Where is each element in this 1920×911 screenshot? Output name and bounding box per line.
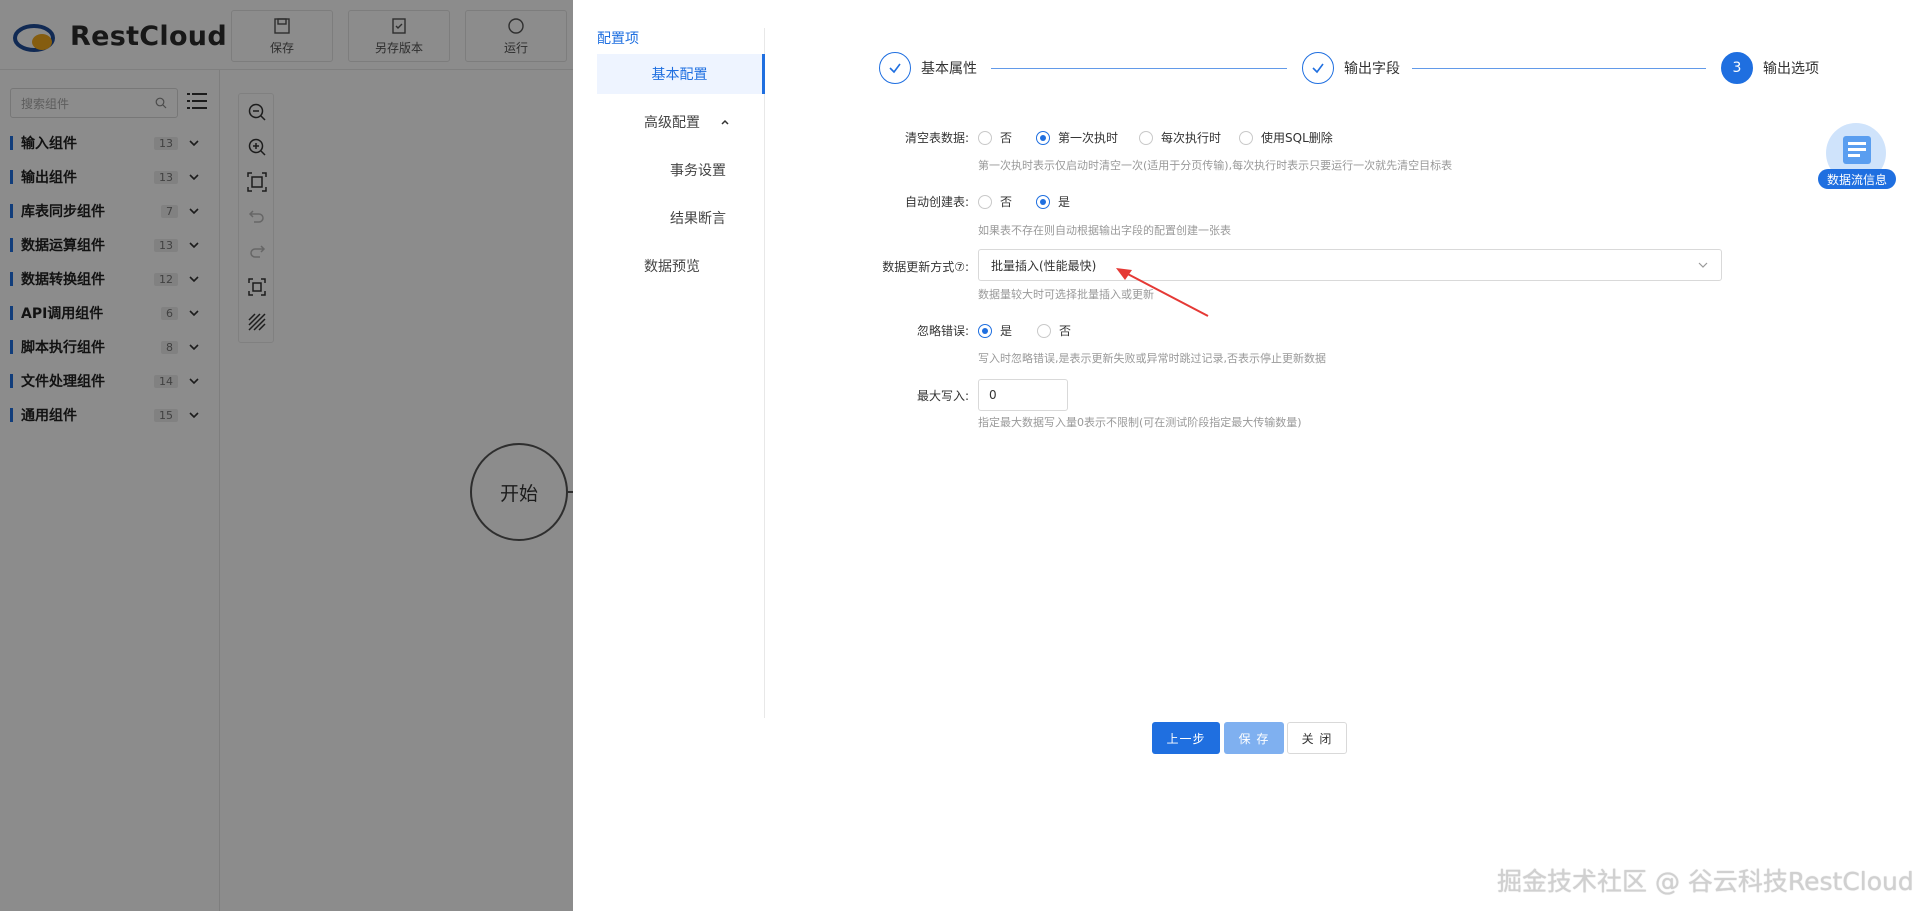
close-button[interactable]: 关 闭: [1287, 722, 1347, 754]
clear-table-help: 第一次执时表示仅启动时清空一次(适用于分页传输),每次执行时表示只要运行一次就先…: [978, 159, 1453, 172]
radio-checked-icon: [978, 323, 992, 338]
radio-checked-icon: [1036, 194, 1050, 209]
radio-icon: [978, 130, 992, 145]
max-write-input[interactable]: [978, 379, 1068, 411]
config-nav-title: 配置项: [597, 31, 639, 47]
radio-icon: [1037, 323, 1051, 338]
config-nav: 配置项 基本配置 高级配置 事务设置 结果断言 数据预览: [597, 28, 765, 718]
step-3-number[interactable]: 3: [1721, 52, 1753, 84]
wizard-steps: 基本属性 输出字段 3 输出选项: [879, 52, 1845, 88]
max-write-label: 最大写入:: [916, 389, 969, 403]
ignore-error-option-yes[interactable]: 是: [978, 322, 1012, 339]
nav-advanced-config[interactable]: 高级配置: [597, 102, 764, 142]
modal-overlay[interactable]: [0, 0, 573, 911]
ignore-error-label: 忽略错误:: [916, 324, 969, 338]
step-3-label: 输出选项: [1763, 61, 1819, 77]
update-mode-label: 数据更新方式⑦:: [882, 260, 969, 274]
step-2-check-icon[interactable]: [1302, 52, 1334, 84]
auto-create-label: 自动创建表:: [904, 195, 969, 209]
clear-table-option-every-run[interactable]: 每次执行时: [1139, 129, 1221, 146]
clear-table-option-no[interactable]: 否: [978, 129, 1012, 146]
save-button[interactable]: 保 存: [1224, 722, 1284, 754]
radio-icon: [978, 194, 992, 209]
step-1-check-icon[interactable]: [879, 52, 911, 84]
auto-create-option-no[interactable]: 否: [978, 193, 1012, 210]
ignore-error-option-no[interactable]: 否: [1037, 322, 1071, 339]
nav-basic-config[interactable]: 基本配置: [597, 54, 765, 94]
annotation-arrow-icon: [1116, 268, 1209, 317]
chevron-down-icon: [1698, 262, 1708, 268]
previous-step-button[interactable]: 上一步: [1152, 722, 1220, 754]
config-drawer: 配置项 基本配置 高级配置 事务设置 结果断言 数据预览 基本属性 输出字段 3…: [573, 0, 1920, 911]
radio-checked-icon: [1036, 130, 1050, 145]
nav-data-preview[interactable]: 数据预览: [597, 246, 764, 286]
clear-table-option-first-run[interactable]: 第一次执时: [1036, 129, 1118, 146]
radio-icon: [1139, 130, 1153, 145]
max-write-help: 指定最大数据写入量0表示不限制(可在测试阶段指定最大传输数量): [978, 416, 1302, 429]
auto-create-help: 如果表不存在则自动根据输出字段的配置创建一张表: [978, 224, 1231, 237]
step-1-label: 基本属性: [921, 61, 977, 77]
clear-table-option-sql-delete[interactable]: 使用SQL删除: [1239, 129, 1333, 146]
auto-create-option-yes[interactable]: 是: [1036, 193, 1070, 210]
document-icon: [1843, 136, 1871, 164]
watermark: 掘金技术社区 @ 谷云科技RestCloud: [1497, 867, 1914, 896]
radio-icon: [1239, 130, 1253, 145]
update-mode-select[interactable]: 批量插入(性能最快): [978, 249, 1722, 281]
nav-advanced-config-label: 高级配置: [644, 115, 700, 131]
nav-result-assertion[interactable]: 结果断言: [597, 198, 764, 238]
update-mode-value: 批量插入(性能最快): [991, 258, 1097, 273]
data-flow-info-button[interactable]: 数据流信息: [1818, 123, 1896, 189]
data-flow-info-label: 数据流信息: [1818, 169, 1896, 189]
clear-table-label: 清空表数据:: [904, 131, 969, 145]
ignore-error-help: 写入时忽略错误,是表示更新失败或异常时跳过记录,否表示停止更新数据: [978, 352, 1326, 365]
step-connector: [1412, 68, 1706, 69]
chevron-up-icon: [721, 119, 729, 125]
step-2-label: 输出字段: [1344, 61, 1400, 77]
step-connector: [991, 68, 1287, 69]
nav-transaction-settings[interactable]: 事务设置: [597, 150, 764, 190]
